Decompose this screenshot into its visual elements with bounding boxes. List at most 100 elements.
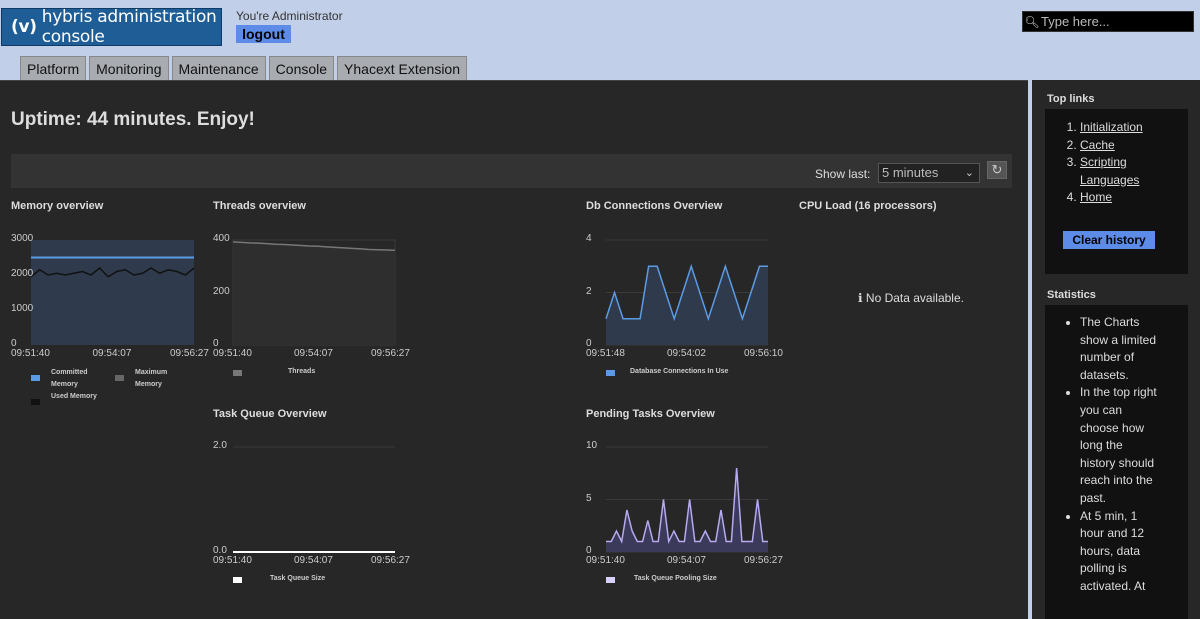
legend-swatch (606, 370, 615, 376)
show-last-label: Show last: (815, 167, 871, 181)
list-item: At 5 min, 1 hour and 12 hours, data poll… (1080, 508, 1160, 596)
legend-swatch (606, 577, 615, 583)
pending-tasks-line (606, 467, 768, 545)
clear-history-button[interactable]: Clear history (1063, 231, 1155, 249)
tab-console[interactable]: Console (268, 56, 335, 80)
refresh-icon: ↻ (991, 162, 1003, 177)
info-icon: ℹ︎ (858, 291, 863, 305)
chart-title: Task Queue Overview (213, 408, 327, 420)
chart-title: Memory overview (11, 200, 104, 212)
plot-background (31, 240, 194, 345)
app-logo[interactable]: (v) hybris administration console (1, 7, 222, 47)
link-cache[interactable]: Cache (1080, 138, 1115, 152)
logout-button[interactable]: logout (236, 25, 291, 43)
y-tick-label: 10 (586, 440, 598, 451)
legend-label: Committed Memory (51, 369, 88, 388)
pending-tasks-area (606, 468, 768, 552)
statistics-list: The Charts show a limited number of data… (1045, 305, 1188, 596)
plot-frame (232, 239, 396, 346)
x-tick-label: 09:56:27 (371, 348, 410, 359)
list-item: Initialization (1080, 119, 1188, 137)
threads-line (232, 241, 396, 251)
list-item: Cache (1080, 137, 1188, 155)
x-tick-label: 09:54:07 (92, 348, 132, 359)
link-home[interactable]: Home (1080, 190, 1112, 204)
db-connections-area (606, 266, 768, 345)
x-tick-label: 09:54:07 (294, 555, 333, 566)
legend-label: Maximum Memory (135, 369, 168, 388)
x-tick-label: 09:51:40 (213, 555, 252, 566)
legend-label: Task Queue Size (270, 575, 326, 582)
logo-text: hybris administration console (41, 7, 217, 47)
link-scripting-languages[interactable]: Scripting Languages (1080, 155, 1139, 187)
legend-swatch (31, 375, 40, 381)
statistics-box: The Charts show a limited number of data… (1045, 305, 1188, 619)
refresh-button[interactable]: ↻ (987, 161, 1007, 179)
list-item: Home (1080, 189, 1188, 207)
y-tick-label: 4 (586, 233, 592, 244)
search-icon: 🔍︎ (1024, 14, 1040, 29)
statistics-title: Statistics (1047, 289, 1096, 301)
tab-maintenance[interactable]: Maintenance (171, 56, 266, 80)
x-tick-label: 09:54:02 (667, 348, 706, 359)
search-input[interactable] (1041, 14, 1189, 29)
x-tick-label: 09:56:27 (170, 348, 209, 359)
x-tick-label: 09:51:40 (11, 348, 50, 359)
chart-title: Db Connections Overview (586, 200, 723, 212)
y-tick-label: 1000 (11, 303, 34, 314)
no-data-message: ℹ︎ No Data available. (858, 291, 964, 305)
show-last-value: 5 minutes (882, 165, 939, 180)
y-tick-label: 2000 (11, 268, 34, 279)
legend-label: Threads (288, 368, 316, 375)
link-initialization[interactable]: Initialization (1080, 120, 1143, 134)
chart-toolbar: Show last: 5 minutes ⌄ ↻ (11, 154, 1012, 188)
top-links-box: Initialization Cache Scripting Languages… (1045, 109, 1188, 274)
x-tick-label: 09:56:27 (744, 555, 783, 566)
page-title: Uptime: 44 minutes. Enjoy! (11, 109, 255, 130)
legend-swatch (31, 399, 40, 405)
x-tick-label: 09:56:27 (371, 555, 410, 566)
tab-platform[interactable]: Platform (20, 56, 87, 80)
x-tick-label: 09:54:07 (294, 348, 333, 359)
show-last-select[interactable]: 5 minutes ⌄ (878, 163, 980, 183)
x-tick-label: 09:56:10 (744, 348, 783, 359)
committed-memory-area (31, 257, 194, 345)
db-connections-line (605, 263, 768, 322)
y-tick-label: 200 (213, 285, 230, 297)
no-data-text: No Data available. (865, 291, 964, 305)
legend-swatch (233, 370, 242, 376)
x-tick-label: 09:51:40 (213, 348, 252, 359)
main-tabs: Platform Monitoring Maintenance Console … (20, 56, 468, 80)
x-tick-label: 09:51:48 (586, 348, 625, 359)
search-box: 🔍︎ (1022, 11, 1194, 32)
sidebar: Top links Initialization Cache Scripting… (1032, 80, 1200, 619)
main-panel: Uptime: 44 minutes. Enjoy! Show last: 5 … (0, 80, 1028, 619)
threads-area (233, 241, 395, 345)
legend-swatch (233, 577, 242, 583)
y-tick-label: 3000 (11, 233, 34, 244)
top-links-title: Top links (1047, 93, 1095, 105)
list-item: Scripting Languages (1080, 154, 1188, 189)
legend-label: Database Connections In Use (630, 368, 729, 375)
chart-title: CPU Load (16 processors) (799, 200, 937, 212)
y-tick-label: 5 (586, 492, 592, 504)
y-tick-label: 2 (586, 285, 592, 297)
legend-label: Used Memory (51, 393, 97, 400)
user-status: You're Administrator (236, 9, 343, 23)
list-item: In the top right you can choose how long… (1080, 384, 1160, 507)
x-tick-label: 09:54:07 (667, 555, 706, 566)
legend-swatch (115, 375, 124, 381)
chart-title: Pending Tasks Overview (586, 408, 715, 420)
tab-yhacext-extension[interactable]: Yhacext Extension (337, 56, 468, 80)
list-item: The Charts show a limited number of data… (1080, 314, 1160, 384)
x-tick-label: 09:51:40 (586, 555, 625, 566)
y-tick-label: 2.0 (213, 440, 227, 451)
y-tick-label: 400 (213, 233, 230, 244)
chevron-down-icon: ⌄ (964, 167, 974, 179)
used-memory-line (30, 266, 195, 278)
tab-monitoring[interactable]: Monitoring (89, 56, 169, 80)
legend-label: Task Queue Pooling Size (634, 575, 717, 582)
top-links-list: Initialization Cache Scripting Languages… (1045, 109, 1188, 207)
logo-mark: (v) (11, 17, 37, 37)
chart-title: Threads overview (213, 200, 306, 212)
